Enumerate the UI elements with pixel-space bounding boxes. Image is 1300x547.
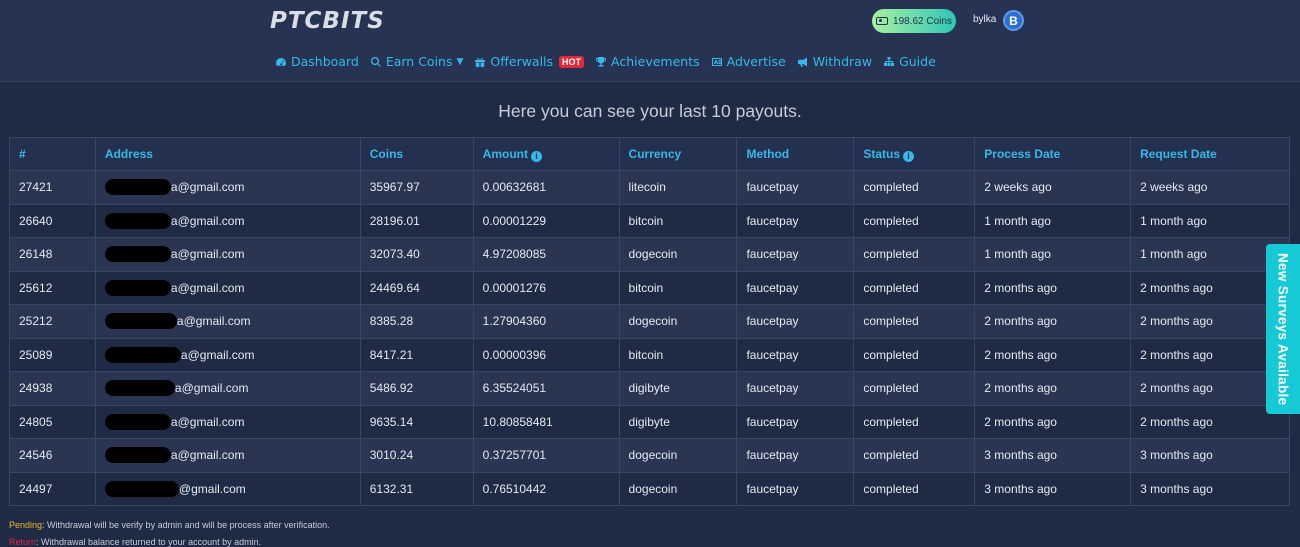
col-status: Status i: [853, 137, 976, 171]
dashboard-icon: [276, 57, 286, 66]
table-row: 25612 a@gmail.com 24469.64 0.00001276 bi…: [9, 270, 1290, 305]
trophy-icon: [596, 56, 607, 66]
legend-pending: Pending: Withdrawal will be verify by ad…: [9, 520, 330, 530]
table-row: 26640 a@gmail.com 28196.01 0.00001229 bi…: [9, 203, 1290, 238]
return-key: Return: [9, 537, 37, 547]
redaction-mark: [104, 313, 177, 330]
new-surveys-tab[interactable]: New Surveys Available: [1266, 244, 1300, 414]
table-row: 25212 a@gmail.com 8385.28 1.27904360 dog…: [9, 304, 1290, 339]
col-process-date: Process Date: [974, 137, 1132, 171]
sitemap-icon: [884, 56, 895, 66]
info-icon[interactable]: i: [530, 150, 542, 162]
info-icon[interactable]: i: [903, 150, 915, 162]
nav-offerwalls[interactable]: Offerwalls HOT: [474, 54, 585, 69]
megaphone-icon: [797, 57, 807, 67]
table-row: 25089 a@gmail.com 8417.21 0.00000396 bit…: [9, 337, 1290, 372]
redaction-mark: [104, 413, 171, 430]
redaction-mark: [104, 447, 171, 464]
col-amount: Amount i: [472, 137, 620, 171]
site-logo[interactable]: PTCBITS: [270, 8, 385, 34]
gift-icon: [475, 57, 486, 67]
col-currency: Currency: [618, 137, 738, 171]
table-row: 24805 a@gmail.com 9635.14 10.80858481 di…: [9, 404, 1290, 439]
nav-earn-coins[interactable]: Earn Coins ▼: [370, 54, 464, 69]
nav-guide[interactable]: Guide: [883, 54, 936, 69]
redaction-mark: [104, 179, 171, 196]
redaction-mark: [104, 346, 181, 363]
redaction-mark: [104, 246, 171, 263]
nav-advertise[interactable]: Advertise: [711, 54, 786, 69]
col-request-date: Request Date: [1130, 137, 1290, 171]
coin-balance-button[interactable]: 198.62 Coins: [872, 9, 956, 33]
nav-dashboard[interactable]: Dashboard: [275, 54, 359, 69]
page-title: Here you can see your last 10 payouts.: [498, 101, 802, 121]
table-row: 26148 a@gmail.com 32073.40 4.97208085 do…: [9, 237, 1290, 272]
new-surveys-label: New Surveys Available: [1275, 252, 1291, 406]
hot-badge: HOT: [559, 55, 585, 68]
nav-withdraw[interactable]: Withdraw: [797, 54, 872, 69]
col-method: Method: [736, 137, 855, 171]
avatar[interactable]: B: [1003, 10, 1024, 31]
table-row: 24546 a@gmail.com 3010.24 0.37257701 dog…: [9, 438, 1290, 473]
payouts-table: # Address Coins Amount i Currency Method …: [9, 137, 1290, 506]
ad-icon: [711, 57, 722, 66]
chevron-down-icon: ▼: [456, 56, 464, 67]
redaction-mark: [104, 212, 171, 229]
username[interactable]: bylka: [973, 14, 996, 25]
table-row: 27421 a@gmail.com 35967.97 0.00632681 li…: [9, 170, 1290, 205]
nav-achievements[interactable]: Achievements: [595, 54, 700, 69]
col-coins: Coins: [359, 137, 474, 171]
money-icon: [876, 17, 889, 25]
pending-key: Pending: [9, 520, 43, 530]
table-row: 24497 @gmail.com 6132.31 0.76510442 doge…: [9, 471, 1290, 506]
table-header-row: # Address Coins Amount i Currency Method …: [9, 137, 1290, 171]
main-nav: Dashboard Earn Coins ▼ Offerwalls HOT Ac…: [275, 54, 936, 69]
search-icon: [370, 56, 381, 67]
redaction-mark: [104, 480, 179, 497]
top-header: PTCBITS 198.62 Coins bylka B Dashboard E…: [0, 0, 1300, 82]
coin-balance: 198.62 Coins: [893, 15, 952, 27]
col-address: Address: [94, 137, 361, 171]
table-row: 24938 a@gmail.com 5486.92 6.35524051 dig…: [9, 371, 1290, 406]
redaction-mark: [104, 279, 171, 296]
col-id: #: [9, 137, 96, 171]
legend-return: Return: Withdrawal balance returned to y…: [9, 537, 262, 547]
redaction-mark: [104, 380, 175, 397]
